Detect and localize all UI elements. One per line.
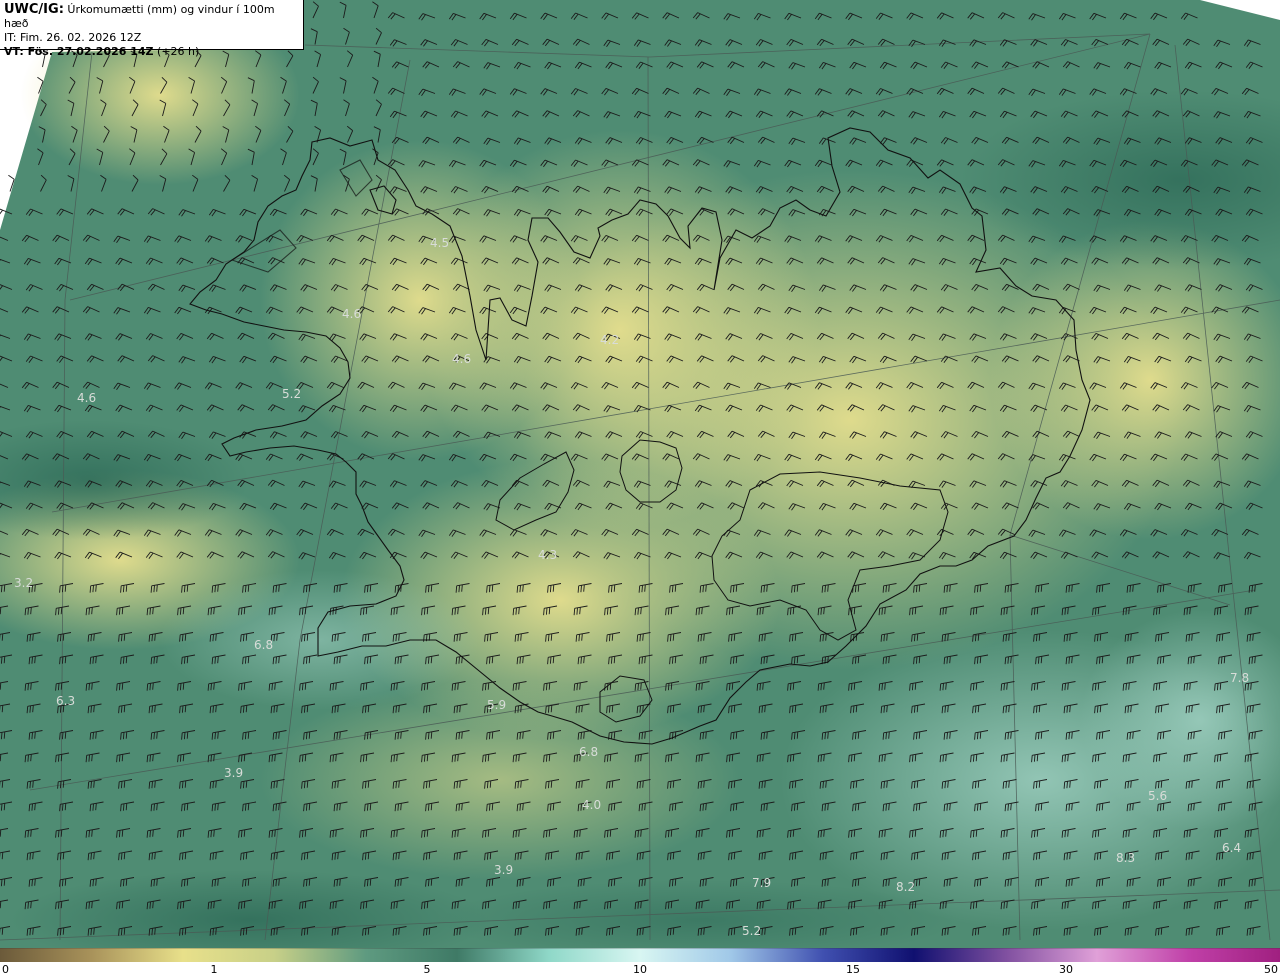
map-value-label: 4.6 — [342, 307, 361, 321]
map-value-label: 4.6 — [77, 391, 96, 405]
colorbar-tick: 1 — [210, 963, 218, 976]
map-value-label: 3.9 — [494, 863, 513, 877]
map-title-box: UWC/IG: Úrkomumætti (mm) og vindur í 100… — [0, 0, 304, 58]
map-value-label: 5.6 — [1148, 789, 1167, 803]
colorbar-tick: 15 — [846, 963, 860, 976]
map-value-label: 4.2 — [600, 333, 619, 347]
map-value-label: 4.3 — [538, 548, 557, 562]
colorbar-tick: 30 — [1059, 963, 1073, 976]
colorbar — [0, 948, 1280, 962]
map-value-label: 6.8 — [579, 745, 598, 759]
colorbar-tick: 50 — [1264, 963, 1278, 976]
map-value-label: 5.2 — [282, 387, 301, 401]
map-value-label: 5.9 — [487, 698, 506, 712]
map-value-label: 6.3 — [56, 694, 75, 708]
colorbar-ticks: 0 1 5 10 15 30 50 — [0, 962, 1280, 978]
valid-time: VT: Fös. 27.02.2026 14Z — [4, 45, 154, 58]
map-value-label: 3.9 — [224, 766, 243, 780]
precipitation-wind-map: 4.5 4.6 4.6 4.2 5.2 4.6 3.2 4.3 6.8 6.3 … — [0, 0, 1280, 948]
map-value-label: 7.9 — [752, 876, 771, 890]
colorbar-tick: 5 — [423, 963, 431, 976]
product-name: UWC/IG: — [4, 2, 64, 17]
map-value-label: 8.2 — [896, 880, 915, 894]
init-time: IT: Fim. 26. 02. 2026 12Z — [4, 31, 142, 44]
colorbar-tick: 0 — [2, 963, 9, 976]
map-value-label: 3.2 — [14, 576, 33, 590]
map-value-label: 5.2 — [742, 924, 761, 938]
map-value-label: 7.8 — [1230, 671, 1249, 685]
colorbar-tick: 10 — [633, 963, 647, 976]
map-value-label: 4.0 — [582, 798, 601, 812]
map-value-label: 6.8 — [254, 638, 273, 652]
map-value-label: 4.6 — [452, 352, 471, 366]
map-value-label: 8.3 — [1116, 851, 1135, 865]
forecast-lead: (+26 h) — [157, 45, 200, 58]
map-value-label: 6.4 — [1222, 841, 1241, 855]
map-value-label: 4.5 — [430, 236, 449, 250]
